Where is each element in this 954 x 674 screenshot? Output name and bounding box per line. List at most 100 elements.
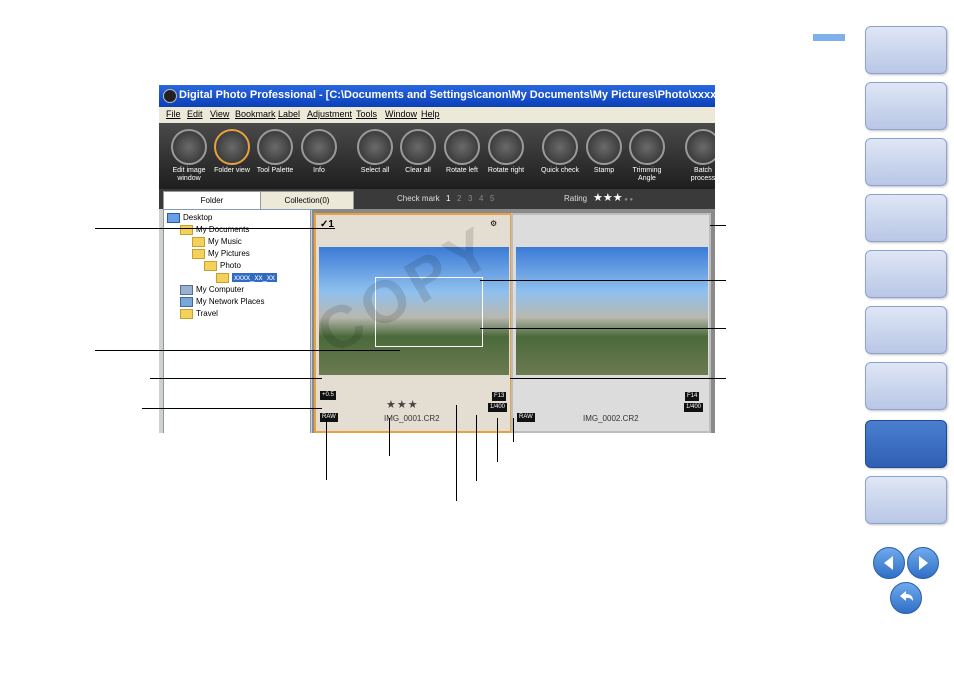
menu-bookmark[interactable]: Bookmark	[235, 109, 276, 119]
callout-line	[142, 408, 322, 409]
nav-tab-5[interactable]	[865, 250, 947, 298]
clear-all-icon	[400, 129, 436, 165]
return-arrow-icon	[900, 591, 913, 601]
callout-line	[95, 228, 335, 229]
tree-item-my-pictures[interactable]: My Pictures	[192, 249, 250, 259]
nav-tab-8-active[interactable]	[865, 420, 947, 468]
stamp-button[interactable]: Stamp	[582, 127, 626, 187]
window-title: Digital Photo Professional - [C:\Documen…	[179, 89, 715, 101]
callout-line	[150, 378, 322, 379]
tree-item-desktop[interactable]: Desktop	[167, 213, 212, 223]
tree-item-my-music[interactable]: My Music	[192, 237, 242, 247]
quick-check-button[interactable]: Quick check	[538, 127, 582, 187]
batch-process-button[interactable]: Batch process	[681, 127, 715, 187]
check-mark-filter-1[interactable]: 1	[446, 194, 450, 203]
check-mark-filter-5[interactable]: 5	[490, 194, 494, 203]
folder-icon	[192, 237, 205, 247]
photo-img-0002	[516, 247, 708, 375]
callout-line	[510, 378, 726, 379]
trimming-angle-button[interactable]: Trimming Angle	[625, 127, 669, 187]
network-icon	[180, 297, 193, 307]
folder-view-button[interactable]: Folder view	[210, 127, 254, 187]
rotate-left-button[interactable]: Rotate left	[440, 127, 484, 187]
callout-line	[456, 405, 457, 501]
page-indicator	[813, 34, 845, 41]
check-mark-filter-3[interactable]: 3	[468, 194, 472, 203]
desktop-icon	[167, 213, 180, 223]
aperture-badge: F14	[685, 392, 700, 401]
tab-collection[interactable]: Collection(0)	[260, 191, 354, 210]
aperture-badge: F13	[492, 392, 507, 401]
folder-icon	[180, 225, 193, 235]
callout-line	[389, 418, 390, 456]
nav-tab-2[interactable]	[865, 82, 947, 130]
rating-filter-stars[interactable]: ★★★ ● ●	[593, 191, 633, 204]
quick-check-icon	[542, 129, 578, 165]
menu-help[interactable]: Help	[421, 109, 440, 119]
menu-view[interactable]: View	[210, 109, 229, 119]
menu-adjustment[interactable]: Adjustment	[307, 109, 352, 119]
menu-label[interactable]: Label	[278, 109, 300, 119]
batch-process-icon	[685, 129, 715, 165]
return-button[interactable]	[890, 582, 922, 614]
check-mark-filter-4[interactable]: 4	[479, 194, 483, 203]
tree-item-my-documents[interactable]: My Documents	[180, 225, 249, 235]
tool-palette-icon	[257, 129, 293, 165]
previous-page-button[interactable]	[873, 547, 905, 579]
callout-line	[95, 350, 400, 351]
info-button[interactable]: Info	[297, 127, 341, 187]
select-all-icon	[357, 129, 393, 165]
menu-bar: File Edit View Bookmark Label Adjustment…	[159, 107, 715, 123]
rotate-right-button[interactable]: Rotate right	[484, 127, 528, 187]
nav-tab-6[interactable]	[865, 306, 947, 354]
tool-palette-button[interactable]: Tool Palette	[253, 127, 297, 187]
menu-window[interactable]: Window	[385, 109, 417, 119]
folder-icon	[216, 273, 229, 283]
tree-item-my-network-places[interactable]: My Network Places	[180, 297, 264, 307]
tab-folder[interactable]: Folder	[163, 191, 261, 209]
nav-tab-7[interactable]	[865, 362, 947, 410]
check-mark-filter-2[interactable]: 2	[457, 194, 461, 203]
shutter-badge: 1/400	[488, 403, 508, 412]
edit-image-window-button[interactable]: Edit image window	[167, 127, 211, 187]
folder-icon	[180, 309, 193, 319]
nav-tab-4[interactable]	[865, 194, 947, 242]
tree-item-photo[interactable]: Photo	[204, 261, 241, 271]
callout-line	[326, 418, 327, 480]
menu-edit[interactable]: Edit	[187, 109, 203, 119]
exposure-badge: +0.5	[320, 391, 336, 400]
title-bar: Digital Photo Professional - [C:\Documen…	[159, 85, 715, 107]
rotate-right-icon	[488, 129, 524, 165]
next-page-button[interactable]	[907, 547, 939, 579]
tree-item-xxxx-xx-xx[interactable]: xxxx_xx_xx	[216, 273, 277, 283]
rating-stars: ★★★	[386, 399, 419, 411]
clear-all-button[interactable]: Clear all	[396, 127, 440, 187]
callout-line	[497, 418, 498, 462]
edited-icon: ⚙	[490, 219, 498, 228]
nav-tab-9[interactable]	[865, 476, 947, 524]
computer-icon	[180, 285, 193, 295]
thumbnail-img-0002[interactable]: RAW F14 1/400 IMG_0002.CR2	[511, 213, 711, 433]
menu-tools[interactable]: Tools	[356, 109, 377, 119]
trimming-angle-icon	[629, 129, 665, 165]
tree-item-travel[interactable]: Travel	[180, 309, 218, 319]
rating-label: Rating	[564, 194, 588, 203]
callout-line	[480, 280, 726, 281]
nav-tab-1[interactable]	[865, 26, 947, 74]
dpp-window: Digital Photo Professional - [C:\Documen…	[159, 85, 715, 433]
stamp-icon	[586, 129, 622, 165]
toolbar: Edit image window Folder view Tool Palet…	[159, 123, 715, 189]
edit-image-icon	[171, 129, 207, 165]
check-mark-label: Check mark	[397, 194, 440, 203]
callout-line	[710, 225, 726, 226]
tabs-row: Folder Collection(0) Check mark 1 2 3 4 …	[159, 189, 715, 210]
filename-img-0001: IMG_0001.CR2	[384, 414, 440, 423]
select-all-button[interactable]: Select all	[353, 127, 397, 187]
nav-tab-3[interactable]	[865, 138, 947, 186]
arrow-left-icon	[884, 556, 893, 570]
menu-file[interactable]: File	[166, 109, 181, 119]
folder-tree: Desktop My Documents My Music My Picture…	[163, 209, 311, 433]
tree-item-my-computer[interactable]: My Computer	[180, 285, 244, 295]
rotate-left-icon	[444, 129, 480, 165]
app-icon	[163, 89, 177, 103]
